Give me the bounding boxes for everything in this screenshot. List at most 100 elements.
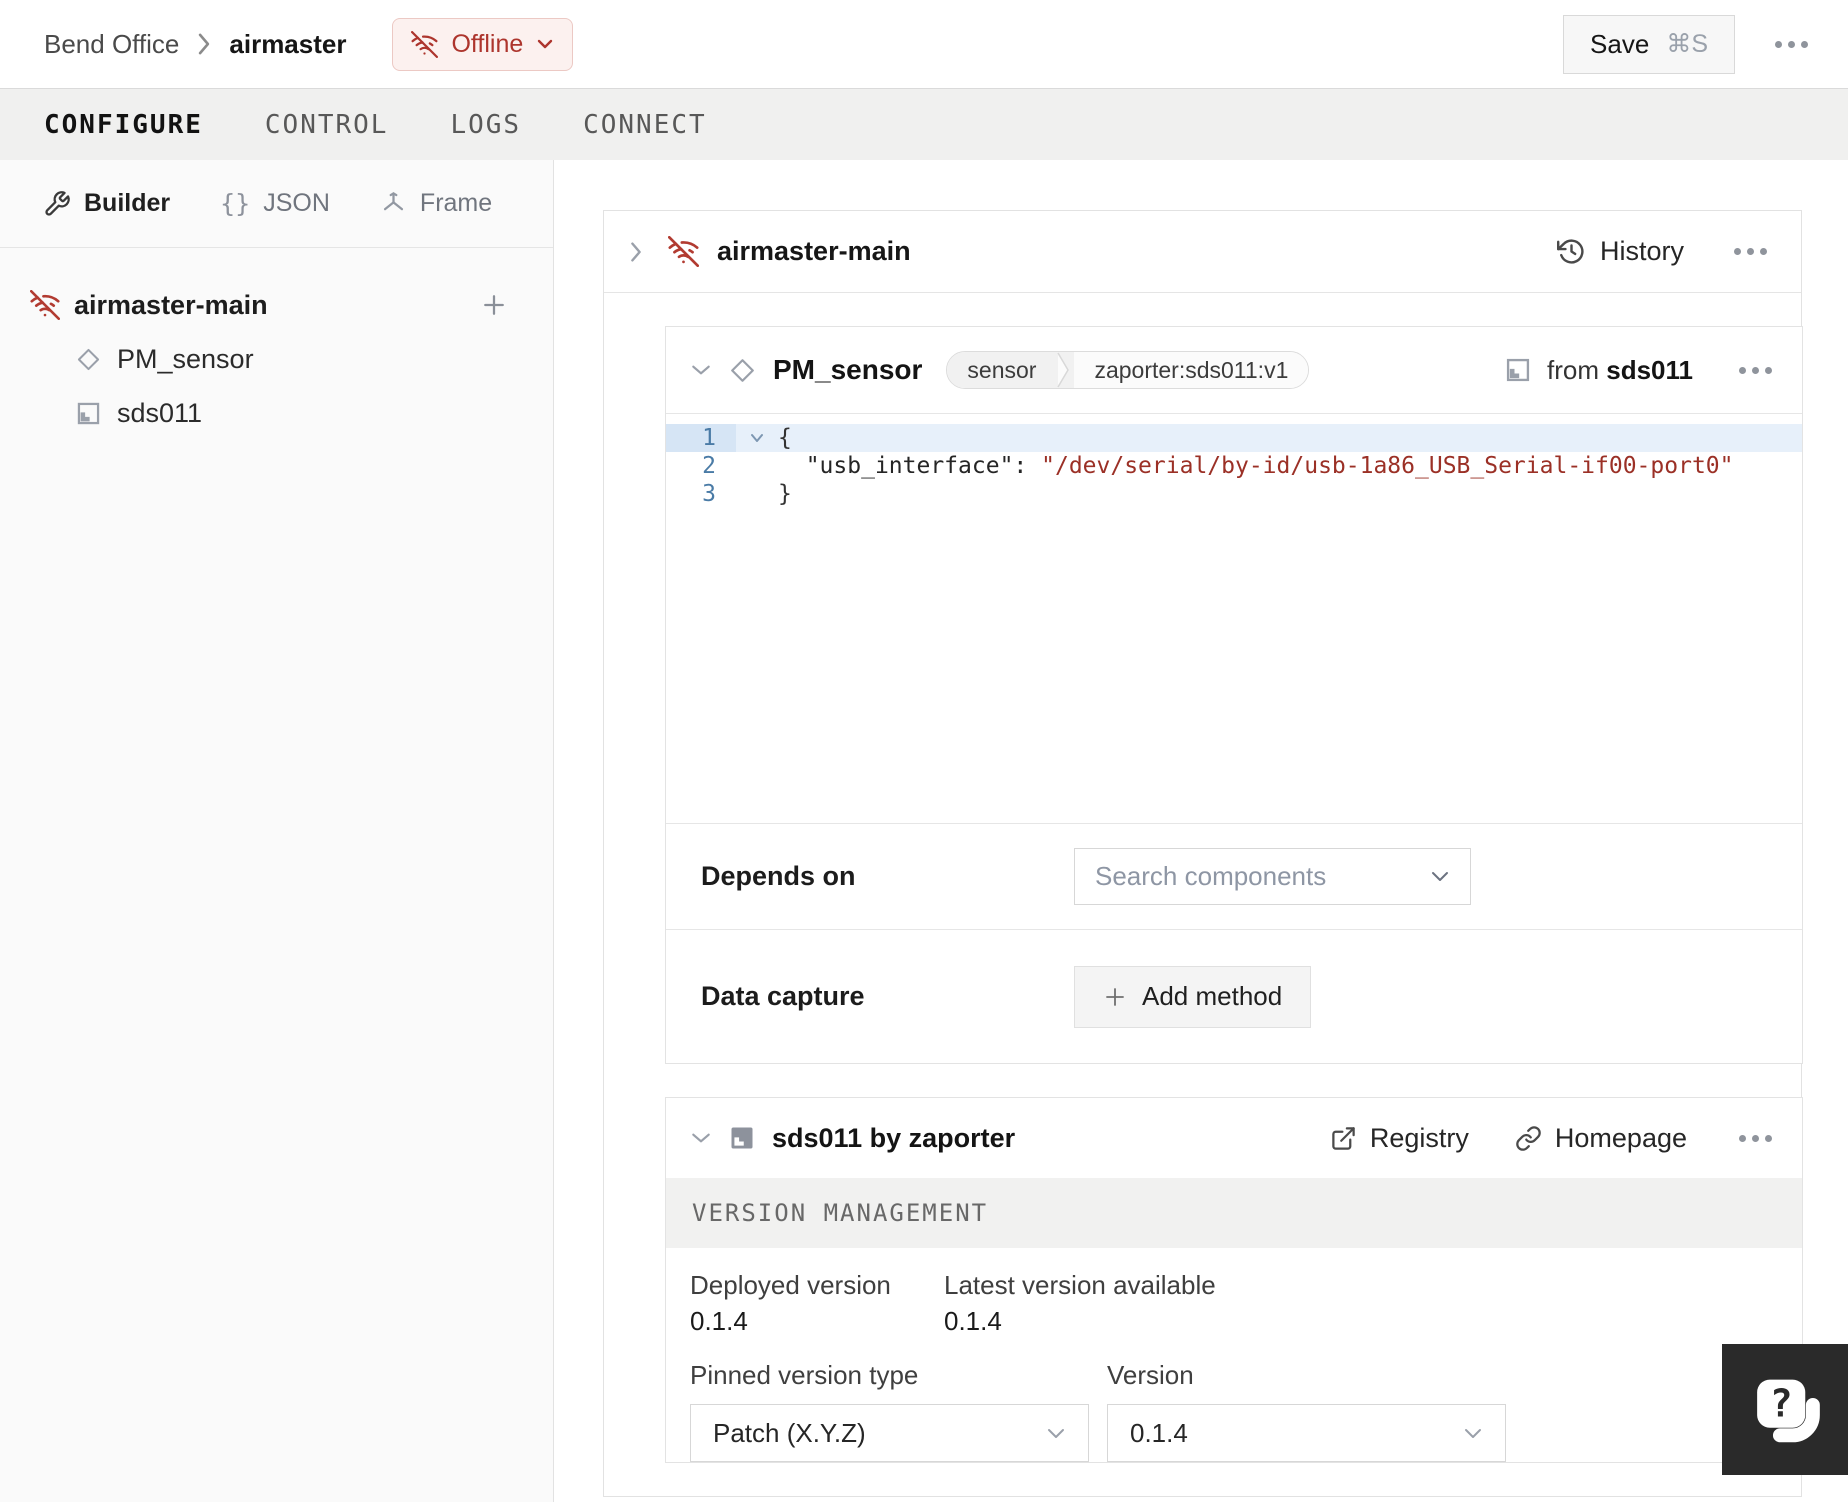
- tab-control[interactable]: CONTROL: [265, 110, 389, 140]
- tree-child-label: sds011: [117, 397, 203, 428]
- tree-item-pm-sensor[interactable]: PM_sensor: [0, 336, 553, 382]
- editor-line[interactable]: 2 "usb_interface": "/dev/serial/by-id/us…: [666, 452, 1802, 480]
- wifi-off-icon: [411, 30, 439, 58]
- machine-offline-icon: [30, 290, 60, 320]
- tab-configure[interactable]: CONFIGURE: [44, 110, 203, 140]
- module-title: sds011 by zaporter: [772, 1122, 1016, 1153]
- plus-icon: [1103, 985, 1127, 1009]
- mode-json-label: JSON: [263, 189, 330, 217]
- attributes-json-editor[interactable]: 1 { 2 "usb_interface": "/dev/serial/by-i…: [666, 414, 1802, 824]
- version-value: 0.1.4: [1130, 1417, 1188, 1448]
- version-management-header: VERSION MANAGEMENT: [666, 1178, 1802, 1248]
- more-menu-icon[interactable]: [1733, 1129, 1778, 1148]
- deployed-version-label: Deployed version: [690, 1270, 891, 1300]
- version-management-body: Deployed version Latest version availabl…: [666, 1248, 1802, 1462]
- history-label: History: [1599, 236, 1684, 266]
- add-method-button[interactable]: Add method: [1074, 965, 1312, 1028]
- curly-braces-icon: {}: [220, 189, 251, 218]
- machine-status-dropdown[interactable]: Offline: [392, 17, 574, 71]
- chevron-down-icon[interactable]: [690, 1130, 712, 1146]
- part-group-card: airmaster-main History PM_sensor sensor …: [603, 210, 1803, 1497]
- mode-frame[interactable]: Frame: [380, 189, 492, 218]
- external-link-icon: [1330, 1125, 1357, 1152]
- depends-on-label: Depends on: [701, 861, 856, 891]
- from-module-name: sds011: [1606, 354, 1693, 385]
- model-tag: zaporter:sds011:v1: [1074, 352, 1309, 388]
- add-method-label: Add method: [1142, 981, 1283, 1011]
- save-button[interactable]: Save ⌘S: [1563, 14, 1735, 74]
- mode-builder[interactable]: Builder: [43, 189, 170, 218]
- status-label: Offline: [451, 29, 524, 58]
- breadcrumb-machine: airmaster: [229, 28, 347, 59]
- chevron-down-icon: [1046, 1427, 1066, 1440]
- chevron-down-icon: [1463, 1427, 1483, 1440]
- tag-separator-icon: [1056, 352, 1075, 388]
- line-number: 3: [702, 481, 716, 507]
- tab-connect[interactable]: CONNECT: [583, 110, 707, 140]
- registry-link[interactable]: Registry: [1330, 1123, 1469, 1154]
- homepage-link[interactable]: Homepage: [1515, 1123, 1687, 1154]
- breadcrumb-org[interactable]: Bend Office: [44, 29, 179, 60]
- add-resource-icon[interactable]: [479, 290, 509, 320]
- pinned-type-label: Pinned version type: [690, 1360, 919, 1390]
- main-tabbar: CONFIGURE CONTROL LOGS CONNECT: [0, 88, 1848, 160]
- svg-text:?: ?: [1770, 1381, 1793, 1425]
- json-key: "usb_interface": [805, 453, 1014, 479]
- from-prefix: from: [1547, 354, 1600, 385]
- code-text: "usb_interface": "/dev/serial/by-id/usb-…: [805, 453, 1734, 479]
- config-main-panel: airmaster-main History PM_sensor sensor …: [554, 160, 1848, 1502]
- builder-wrench-icon: [43, 190, 71, 218]
- data-capture-label: Data capture: [701, 981, 865, 1011]
- type-tag: sensor: [947, 352, 1057, 388]
- depends-on-placeholder: Search components: [1095, 861, 1327, 891]
- mode-json[interactable]: {} JSON: [220, 189, 330, 218]
- more-menu-icon[interactable]: [1733, 361, 1778, 380]
- latest-version-label: Latest version available: [944, 1270, 1216, 1300]
- tab-logs[interactable]: LOGS: [450, 110, 521, 140]
- module-card-header: sds011 by zaporter Registry Homepage: [666, 1098, 1802, 1178]
- tree-item-sds011[interactable]: sds011: [0, 390, 553, 436]
- module-icon: [1504, 356, 1532, 384]
- registry-label: Registry: [1369, 1122, 1469, 1153]
- line-number: 1: [666, 424, 736, 452]
- component-card-header: PM_sensor sensor zaporter:sds011:v1 from…: [666, 327, 1802, 414]
- module-icon: [75, 400, 102, 427]
- line-number: 2: [702, 453, 716, 479]
- editor-line[interactable]: 3 }: [666, 480, 1802, 508]
- part-title: airmaster-main: [717, 236, 911, 266]
- chevron-down-icon: [536, 38, 554, 50]
- part-header: airmaster-main History: [604, 211, 1801, 293]
- editor-line[interactable]: 1 {: [666, 424, 1802, 452]
- config-sidebar: Builder {} JSON Frame airmaster-main PM_…: [0, 160, 554, 1502]
- mode-builder-label: Builder: [84, 189, 171, 217]
- version-select[interactable]: 0.1.4: [1107, 1404, 1506, 1462]
- more-menu-icon[interactable]: [1769, 35, 1814, 54]
- machine-offline-icon: [668, 236, 699, 267]
- frame-axes-icon: [380, 190, 407, 217]
- component-diamond-icon: [728, 356, 757, 385]
- module-icon-filled: [728, 1124, 756, 1152]
- tree-item-airmaster-main[interactable]: airmaster-main: [0, 282, 553, 328]
- component-diamond-icon: [75, 346, 102, 373]
- depends-on-select[interactable]: Search components: [1074, 848, 1471, 905]
- from-module-link[interactable]: from sds011: [1504, 355, 1693, 386]
- more-menu-icon[interactable]: [1728, 242, 1773, 261]
- component-card-pm-sensor: PM_sensor sensor zaporter:sds011:v1 from…: [665, 326, 1803, 1064]
- fold-chevron-icon[interactable]: [736, 424, 778, 452]
- pinned-type-select[interactable]: Patch (X.Y.Z): [690, 1404, 1089, 1462]
- deployed-version-value: 0.1.4: [690, 1306, 748, 1336]
- chevron-down-icon[interactable]: [690, 362, 712, 378]
- history-button[interactable]: History: [1556, 236, 1684, 267]
- resource-tree: airmaster-main PM_sensor sds011: [0, 248, 553, 436]
- code-text: }: [778, 481, 792, 507]
- help-button[interactable]: ?: [1722, 1344, 1848, 1475]
- view-mode-switcher: Builder {} JSON Frame: [0, 160, 553, 248]
- save-label: Save: [1590, 28, 1650, 59]
- breadcrumb-chevron-icon: [195, 31, 213, 57]
- chevron-right-icon[interactable]: [628, 240, 644, 264]
- component-type-tags: sensor zaporter:sds011:v1: [946, 351, 1310, 389]
- data-capture-section: Data capture Add method: [666, 930, 1802, 1063]
- latest-version-value: 0.1.4: [944, 1306, 1002, 1336]
